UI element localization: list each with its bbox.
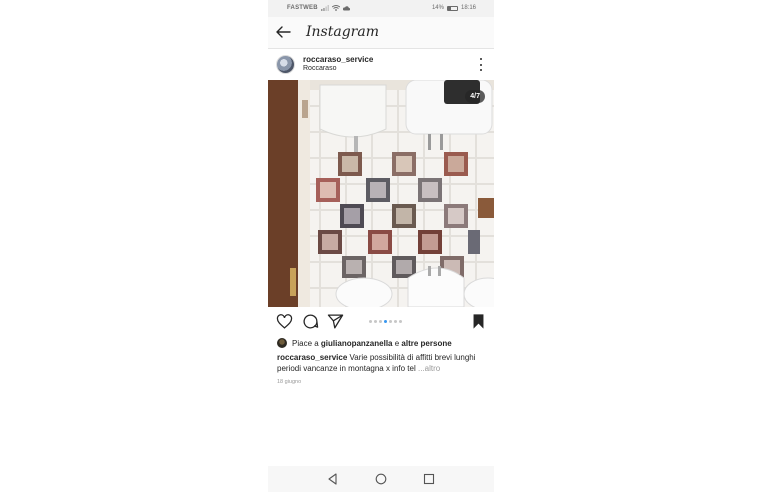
system-nav-bar <box>268 466 494 492</box>
avatar[interactable] <box>276 55 295 74</box>
slide-counter: 4/7 <box>465 90 485 103</box>
circle-home-icon[interactable] <box>375 473 387 485</box>
triangle-back-icon[interactable] <box>327 473 339 485</box>
post-caption: roccaraso_service Varie possibilità di a… <box>277 352 489 374</box>
carousel-dot <box>369 320 372 323</box>
caption-more-link[interactable]: ...altro <box>418 364 440 373</box>
likes-user[interactable]: giulianopanzanella <box>321 339 393 348</box>
app-title: Instagram <box>306 24 379 40</box>
post-location[interactable]: Roccaraso <box>303 65 336 72</box>
status-left: FASTWEB <box>287 5 350 11</box>
post-actions <box>268 311 494 333</box>
likes-prefix: Piace a <box>292 338 319 348</box>
battery-icon <box>446 5 458 11</box>
bookmark-icon[interactable] <box>470 313 487 330</box>
carousel-dot <box>394 320 397 323</box>
carousel-dot <box>374 320 377 323</box>
likes-joiner: e <box>394 338 400 348</box>
post-date: 18 giugno <box>277 379 302 385</box>
phone-screen: FASTWEB 14% 18:16 Instagram roccaraso_se… <box>268 0 494 492</box>
carousel-dot <box>379 320 382 323</box>
carousel-dot <box>399 320 402 323</box>
carrier-name: FASTWEB <box>287 5 318 11</box>
likes-others[interactable]: altre persone <box>401 339 451 348</box>
liker-avatar[interactable] <box>277 338 287 348</box>
post-photo[interactable]: 4/7 <box>268 80 494 307</box>
carousel-dots <box>369 320 402 323</box>
carousel-dot-active <box>384 320 387 323</box>
comment-icon[interactable] <box>302 313 319 330</box>
likes-line: Piace a giulianopanzanella e altre perso… <box>277 338 452 348</box>
app-header: Instagram <box>268 17 494 49</box>
square-recent-icon[interactable] <box>423 473 435 485</box>
post-username[interactable]: roccaraso_service <box>303 55 373 64</box>
cloud-icon <box>342 5 350 10</box>
post-header: roccaraso_service Roccaraso <box>268 50 494 80</box>
heart-icon[interactable] <box>276 313 293 330</box>
battery-percent: 14% <box>431 5 444 11</box>
clock: 18:16 <box>460 5 476 11</box>
arrow-left-icon[interactable] <box>275 24 291 40</box>
more-vertical-icon[interactable] <box>479 58 483 71</box>
send-icon[interactable] <box>327 313 344 330</box>
signal-icon <box>320 5 329 11</box>
wifi-icon <box>331 5 340 11</box>
carousel-dot <box>389 320 392 323</box>
bathroom-photo <box>268 80 494 307</box>
caption-username[interactable]: roccaraso_service <box>277 353 347 362</box>
status-right: 14% 18:16 <box>432 5 476 11</box>
status-bar: FASTWEB 14% 18:16 <box>268 0 494 17</box>
